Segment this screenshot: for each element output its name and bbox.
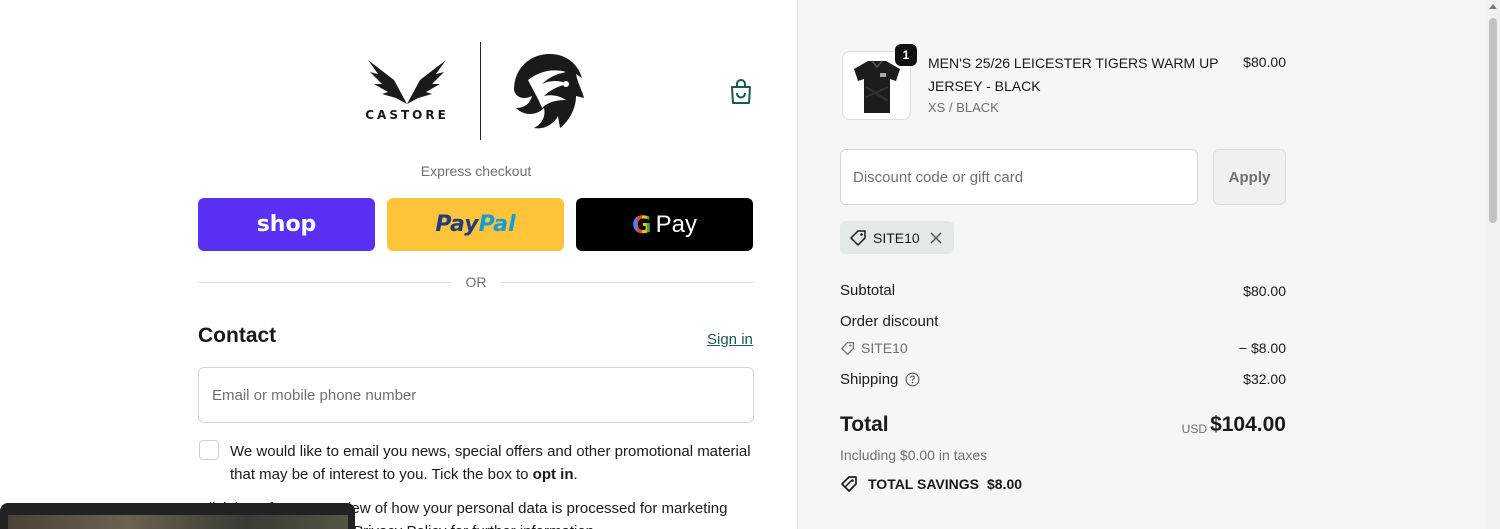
product-variant: XS / BLACK bbox=[928, 100, 999, 115]
marketing-optin-label: We would like to email you news, special… bbox=[230, 440, 754, 486]
remove-discount-icon[interactable] bbox=[930, 231, 942, 244]
total-savings-row: TOTAL SAVINGS $8.00 bbox=[840, 475, 1022, 493]
savings-tag-icon bbox=[841, 476, 857, 492]
savings-label: TOTAL SAVINGS bbox=[868, 476, 979, 492]
scroll-up-icon[interactable] bbox=[1489, 4, 1497, 9]
quantity-badge: 1 bbox=[895, 44, 917, 66]
taxes-note: Including $0.00 in taxes bbox=[840, 447, 988, 463]
paypal-pal-label: Pal bbox=[478, 212, 516, 237]
shipping-value: $32.00 bbox=[1243, 371, 1286, 387]
apply-discount-button[interactable]: Apply bbox=[1213, 149, 1286, 205]
castore-wordmark: CASTORE bbox=[365, 108, 449, 122]
shop-pay-button[interactable]: shop bbox=[198, 198, 375, 251]
total-amount: $104.00 bbox=[1210, 413, 1286, 436]
logo-divider bbox=[480, 42, 481, 140]
shopping-bag-icon[interactable] bbox=[728, 78, 754, 106]
order-discount-label: Order discount bbox=[840, 313, 939, 330]
page-scrollbar[interactable] bbox=[1486, 0, 1500, 529]
applied-discount-code: SITE10 bbox=[873, 229, 920, 246]
castore-logo bbox=[368, 60, 446, 104]
shipping-label: Shipping bbox=[840, 371, 899, 388]
contact-heading: Contact bbox=[198, 324, 277, 347]
discount-code-field[interactable] bbox=[840, 149, 1198, 205]
shipping-help-icon[interactable] bbox=[905, 372, 920, 387]
subtotal-value: $80.00 bbox=[1243, 283, 1286, 299]
tag-icon bbox=[850, 229, 866, 246]
total-label: Total bbox=[840, 413, 889, 436]
jersey-image bbox=[853, 60, 900, 113]
brand-logos: CASTORE bbox=[360, 42, 600, 142]
leicester-tigers-logo bbox=[514, 54, 584, 129]
paypal-pay-label: Pay bbox=[435, 212, 479, 237]
or-line-right bbox=[501, 282, 754, 283]
express-checkout-label: Express checkout bbox=[420, 163, 532, 179]
shipping-row: Shipping bbox=[840, 371, 920, 388]
marketing-optin-checkbox[interactable] bbox=[199, 440, 219, 460]
discount-value: − $8.00 bbox=[1238, 340, 1286, 356]
shop-pay-label: shop bbox=[256, 212, 317, 237]
discount-code-row: SITE10 bbox=[840, 340, 908, 356]
email-field[interactable] bbox=[198, 367, 754, 423]
applied-discount-chip: SITE10 bbox=[840, 221, 954, 254]
google-pay-button[interactable]: G Pay bbox=[576, 198, 753, 251]
google-pay-label: Pay bbox=[655, 210, 698, 238]
subtotal-label: Subtotal bbox=[840, 282, 896, 299]
sign-in-link[interactable]: Sign in bbox=[707, 331, 753, 348]
checkout-form-panel: CASTORE Express checkout shop Pay Pal G P… bbox=[0, 0, 797, 529]
product-name: MEN'S 25/26 LEICESTER TIGERS WARM UP JER… bbox=[928, 55, 1219, 94]
discount-code-label: SITE10 bbox=[861, 340, 908, 356]
optin-text: We would like to email you news, special… bbox=[230, 443, 751, 483]
product-price: $80.00 bbox=[1243, 54, 1286, 70]
optin-bold: opt in bbox=[532, 466, 574, 483]
or-divider: OR bbox=[198, 272, 754, 292]
video-thumbnail bbox=[8, 515, 348, 529]
scrollbar-thumb[interactable] bbox=[1489, 18, 1497, 223]
paypal-button[interactable]: Pay Pal bbox=[387, 198, 564, 251]
optin-end: . bbox=[573, 466, 578, 483]
video-popup[interactable] bbox=[0, 503, 355, 529]
savings-value: $8.00 bbox=[986, 476, 1023, 492]
google-g-icon: G bbox=[631, 210, 652, 239]
discount-tag-icon bbox=[841, 341, 854, 355]
